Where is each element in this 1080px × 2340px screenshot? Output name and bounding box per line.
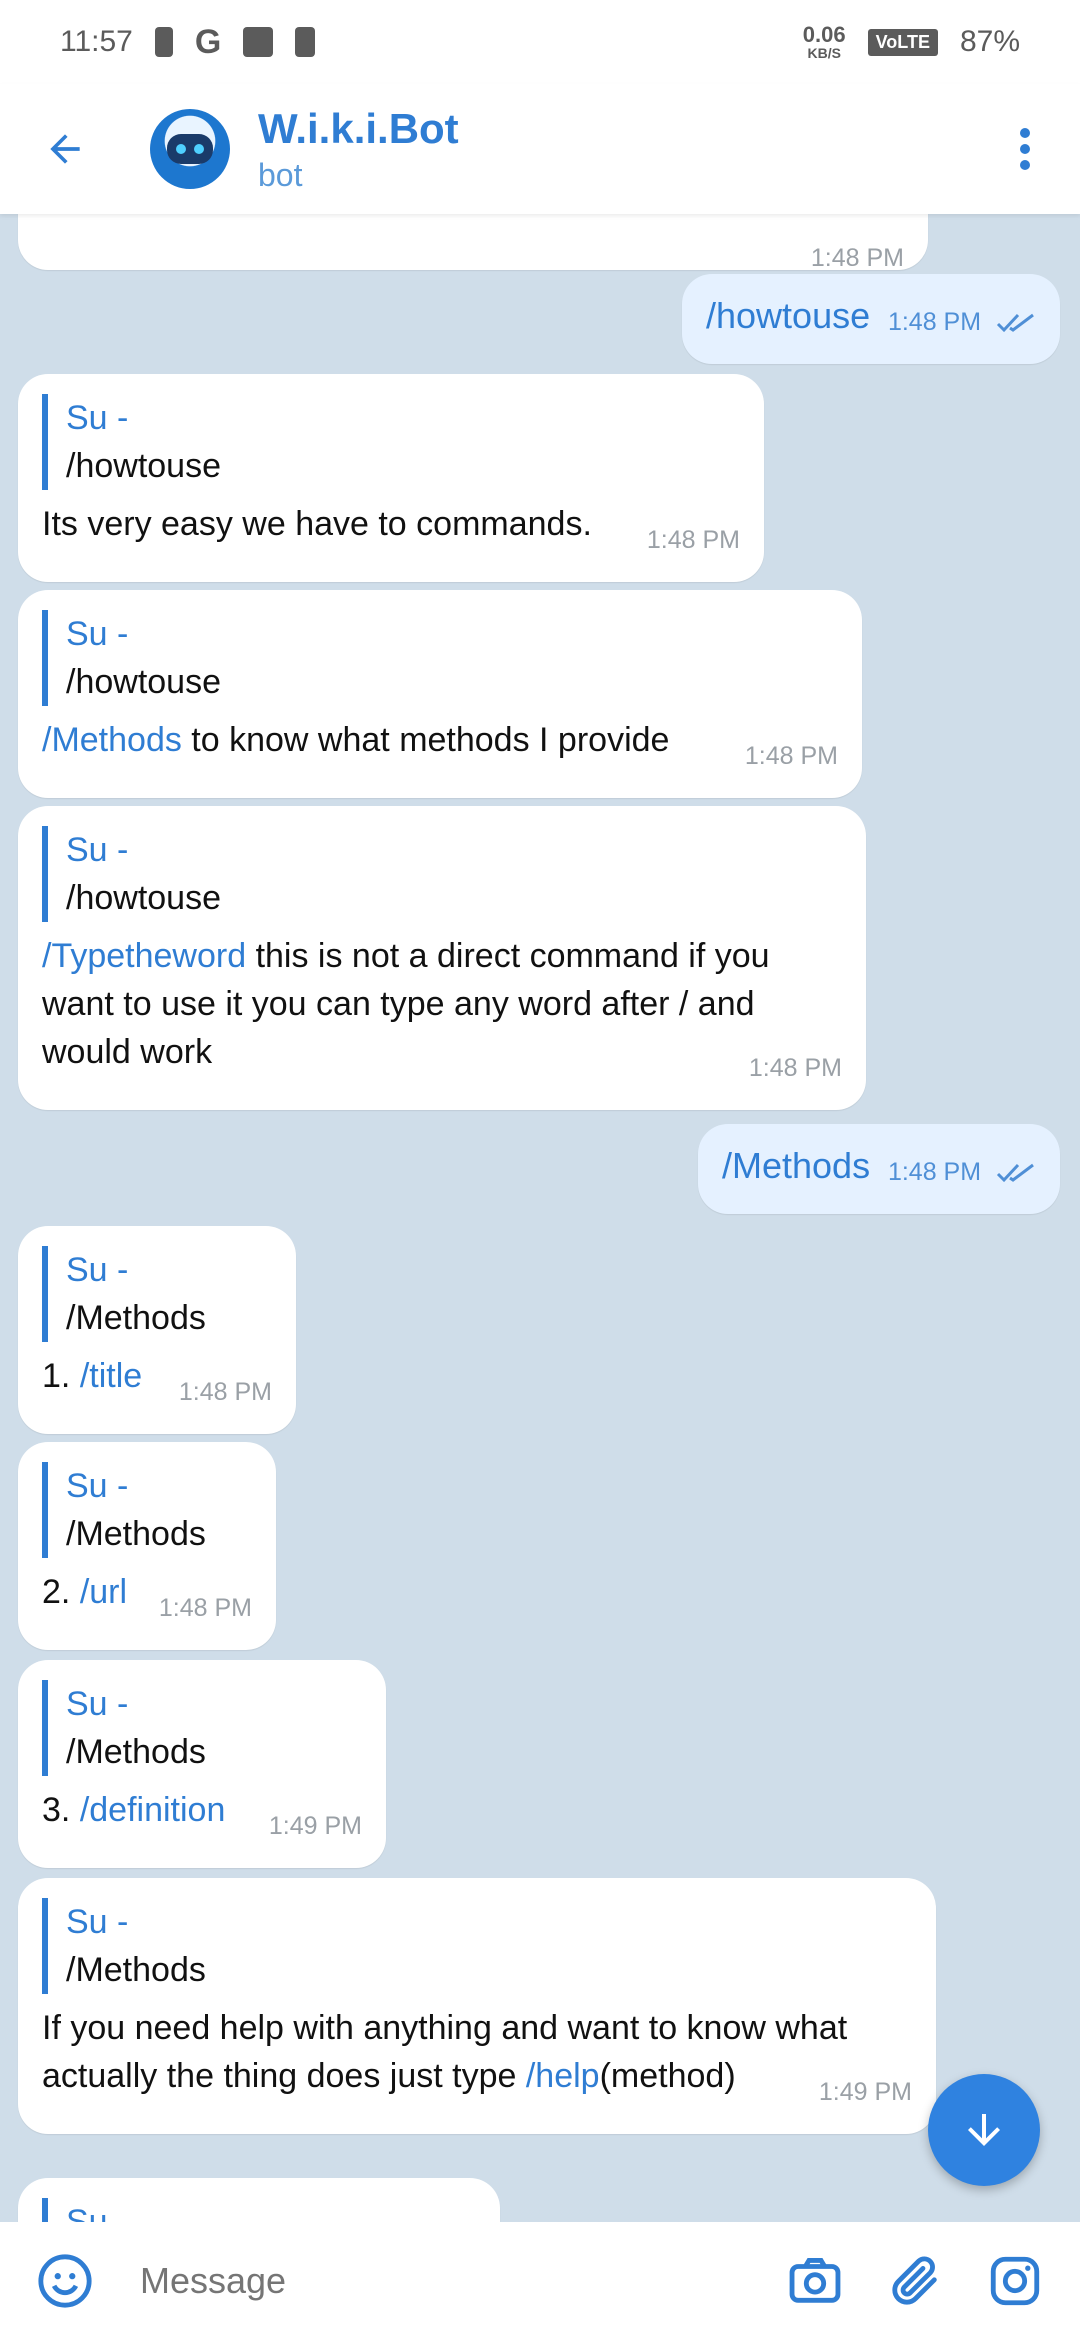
message-time: 1:48 PM <box>158 1594 252 1622</box>
camera-icon <box>789 2258 841 2303</box>
reply-text: /Methods <box>66 1733 206 1771</box>
network-speed: 0.06 KB/S <box>802 22 846 61</box>
reply-quote[interactable]: Su - /Methods <box>42 1246 272 1342</box>
message-time: 1:48 PM <box>646 526 740 554</box>
reply-author: Su - <box>66 2203 129 2222</box>
message-bubble-outgoing[interactable]: /Methods 1:48 PM <box>698 1124 1060 1214</box>
camera-button[interactable] <box>780 2246 850 2316</box>
reply-text: /Methods <box>66 1951 206 1989</box>
back-arrow-icon <box>50 134 80 164</box>
message-bubble[interactable]: Su - /howtouse /Methods to know what met… <box>18 590 862 798</box>
double-check-icon <box>996 314 1034 333</box>
status-time: 11:57 <box>60 25 133 58</box>
message-bubble[interactable]: Su - /Methods 1. /title 1:48 PM <box>18 1226 296 1434</box>
command-link[interactable]: /Methods <box>42 721 182 759</box>
emoji-icon <box>38 2254 92 2308</box>
message-text: Its very easy we have to commands. <box>42 505 592 543</box>
chat-title-block[interactable]: W.i.k.i.Bot bot <box>258 105 459 194</box>
attach-button[interactable] <box>880 2246 950 2316</box>
message-text: /Methods <box>722 1145 871 1186</box>
message-time: 1:49 PM <box>818 2078 912 2106</box>
reply-text: /Methods <box>66 1515 206 1553</box>
reply-text: /Methods <box>66 1299 206 1337</box>
message-bubble[interactable]: Su - /howtouse Its very easy we have to … <box>18 374 764 582</box>
message-composer <box>0 2222 1080 2340</box>
instagram-icon <box>990 2256 1040 2306</box>
chat-header: W.i.k.i.Bot bot <box>0 84 1080 214</box>
command-link[interactable]: /Typetheword <box>42 937 246 975</box>
message-bubble[interactable]: Su - <box>18 2178 500 2222</box>
message-list[interactable]: 1:48 PM /howtouse 1:48 PM Su - /howtouse… <box>0 214 1080 2222</box>
reply-author: Su - <box>66 1467 129 1505</box>
message-time: 1:48 PM <box>178 1378 272 1406</box>
google-icon: G <box>194 22 222 61</box>
chat-title: W.i.k.i.Bot <box>258 104 459 152</box>
message-bubble-outgoing[interactable]: /howtouse 1:48 PM <box>682 274 1060 364</box>
volte-badge: VoLTE <box>867 28 938 56</box>
message-time: 1:48 PM <box>744 742 838 770</box>
command-link[interactable]: /url <box>80 1573 127 1611</box>
reply-author: Su - <box>66 615 129 653</box>
bot-avatar[interactable] <box>150 109 230 189</box>
reply-author: Su - <box>66 831 129 869</box>
reply-author: Su - <box>66 1251 129 1289</box>
reply-quote[interactable]: Su - /howtouse <box>42 610 838 706</box>
reply-author: Su - <box>66 1903 129 1941</box>
reply-quote[interactable]: Su - /howtouse <box>42 394 740 490</box>
command-link[interactable]: /title <box>80 1357 142 1395</box>
emoji-button[interactable] <box>30 2246 100 2316</box>
status-bar: 11:57 G 0.06 KB/S VoLTE 87% <box>0 0 1080 84</box>
arrow-down-icon <box>968 2114 1000 2146</box>
reply-text: /howtouse <box>66 447 221 485</box>
reply-quote[interactable]: Su - /Methods <box>42 1462 252 1558</box>
reply-author: Su - <box>66 399 129 437</box>
message-bubble[interactable]: Su - /Methods 2. /url 1:48 PM <box>18 1442 276 1650</box>
message-time: 1:48 PM <box>887 308 982 336</box>
message-text: to know what methods I provide <box>181 721 670 759</box>
reply-quote[interactable]: Su - /Methods <box>42 1680 362 1776</box>
reply-quote[interactable]: Su - /howtouse <box>42 826 842 922</box>
download-icon <box>295 27 316 57</box>
message-bubble[interactable]: 1:48 PM <box>18 214 928 272</box>
message-bubble[interactable]: Su - /Methods 3. /definition 1:49 PM <box>18 1660 386 1868</box>
paperclip-icon <box>892 2256 937 2305</box>
more-vertical-icon <box>1020 128 1030 170</box>
chat-subtitle: bot <box>258 156 303 193</box>
message-text-suffix: (method) <box>599 2057 736 2095</box>
message-input[interactable] <box>140 2260 750 2302</box>
back-button[interactable] <box>0 84 130 214</box>
message-text: /howtouse <box>706 295 871 336</box>
list-number: 1. <box>42 1357 80 1395</box>
double-check-icon <box>996 1164 1034 1183</box>
more-options-button[interactable] <box>970 84 1080 214</box>
reply-text: /howtouse <box>66 663 221 701</box>
message-bubble[interactable]: Su - /howtouse /Typetheword this is not … <box>18 806 866 1110</box>
list-number: 2. <box>42 1573 80 1611</box>
instagram-button[interactable] <box>980 2246 1050 2316</box>
battery-saver-icon <box>154 27 173 57</box>
command-link[interactable]: /help <box>526 2057 600 2095</box>
list-number: 3. <box>42 1791 80 1829</box>
reply-quote[interactable]: Su - /Methods <box>42 1898 912 1994</box>
reply-text: /howtouse <box>66 879 221 917</box>
scroll-down-button[interactable] <box>928 2074 1040 2186</box>
message-time: 1:49 PM <box>268 1812 362 1840</box>
reply-quote[interactable]: Su - <box>42 2198 476 2222</box>
message-time: 1:48 PM <box>748 1054 842 1082</box>
command-link[interactable]: /definition <box>80 1791 226 1829</box>
message-time: 1:48 PM <box>887 1158 982 1186</box>
reply-author: Su - <box>66 1685 129 1723</box>
image-icon <box>243 27 274 57</box>
message-bubble[interactable]: Su - /Methods If you need help with anyt… <box>18 1878 936 2134</box>
battery-level: 87% <box>959 25 1020 58</box>
